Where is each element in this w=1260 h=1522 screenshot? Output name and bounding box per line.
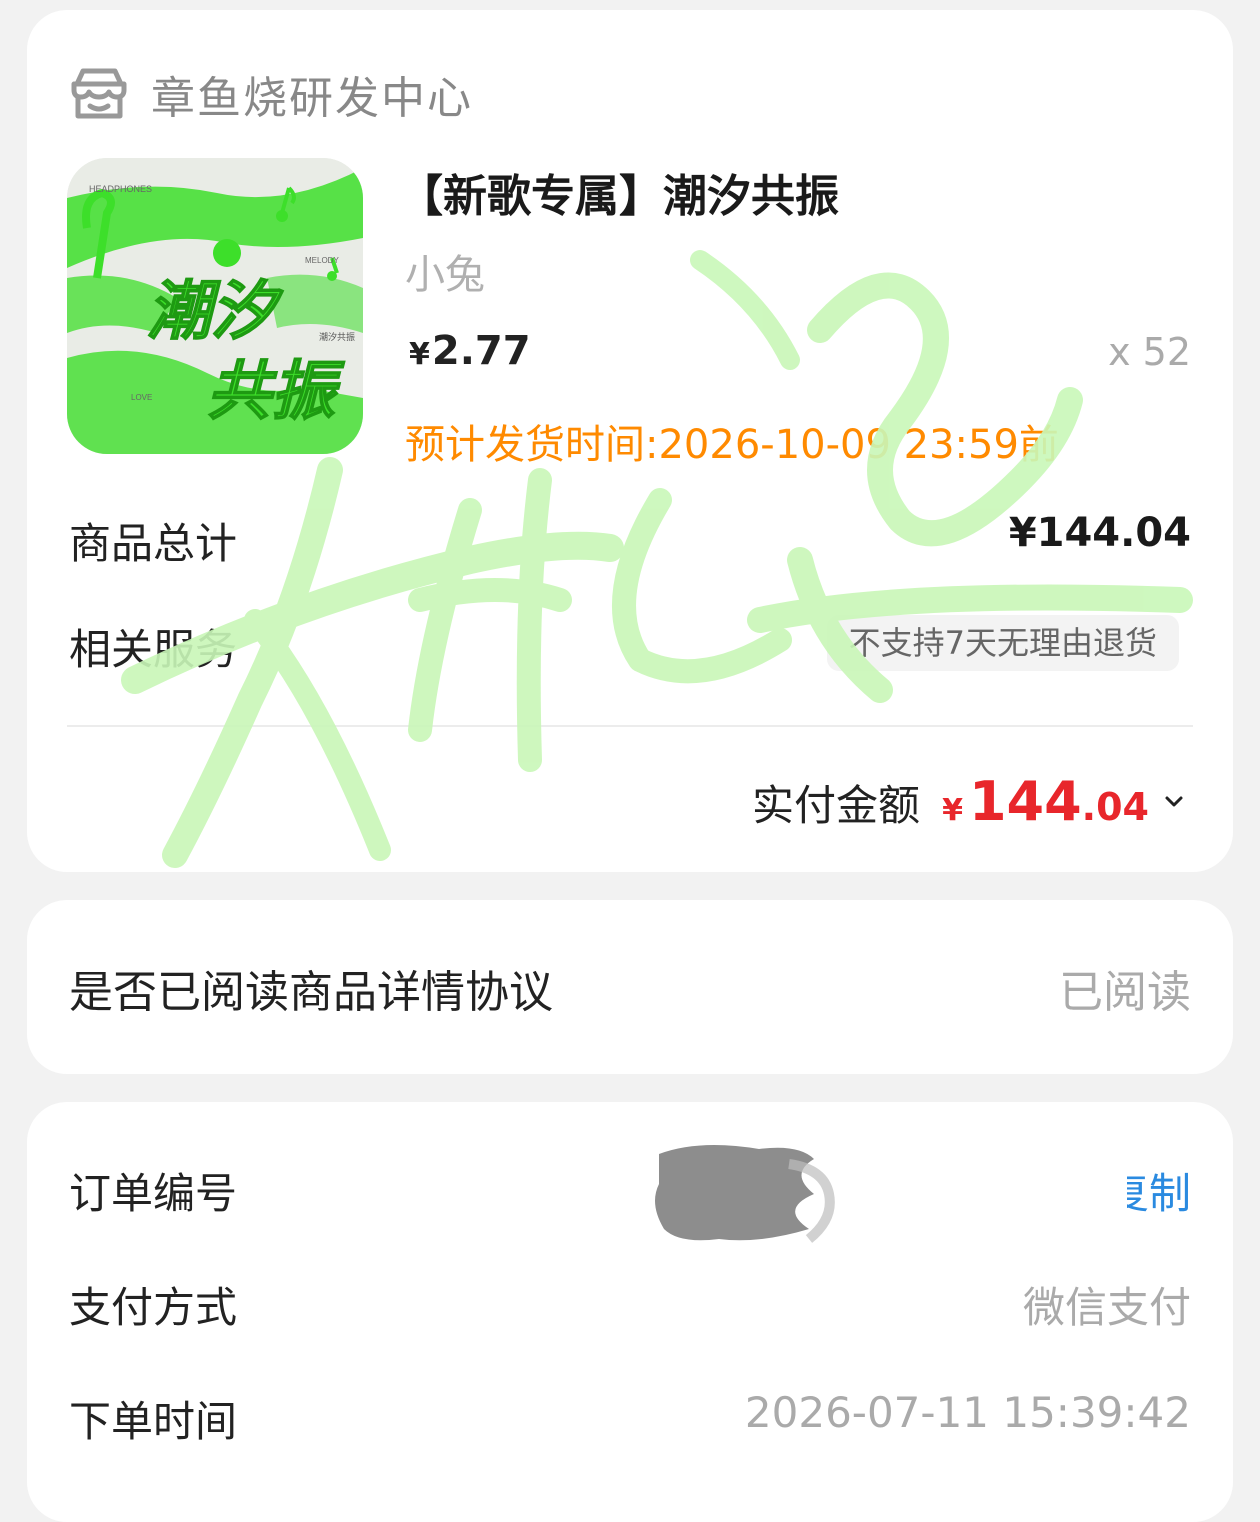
product-quantity: x 52 [1108, 330, 1191, 374]
price-value: 2.77 [431, 328, 531, 374]
shop-name[interactable]: 章鱼烧研发中心 [151, 62, 473, 126]
paid-amount-dec: .04 [1081, 785, 1149, 829]
price-currency: ¥ [409, 337, 430, 372]
agreement-status: 已阅读 [1059, 967, 1191, 1018]
shop-icon [71, 68, 127, 119]
redaction-scribble [655, 1145, 835, 1243]
product-price: ¥2.77 [409, 328, 531, 374]
cover-tag-love: LOVE [131, 393, 152, 402]
product-artist: 小兔 [405, 252, 485, 298]
cover-title-line1: 潮汐 [147, 274, 284, 349]
service-tag[interactable]: 不支持7天无理由退货 [826, 615, 1179, 671]
payment-method-value: 微信支付 [1022, 1283, 1191, 1332]
cover-title-line2: 共振 [207, 354, 345, 429]
order-number-label: 订单编号 [69, 1169, 238, 1218]
order-time-value: 2026-07-11 15:39:42 [744, 1388, 1191, 1437]
goods-total-label: 商品总计 [69, 519, 238, 568]
paid-amount-int: 144 [968, 770, 1082, 833]
redaction-erase [797, 1142, 1127, 1242]
order-time-label: 下单时间 [69, 1397, 238, 1446]
order-info-card: 订单编号 复制 支付方式 微信支付 下单时间 2026-07-11 15:39:… [27, 1102, 1233, 1522]
cover-tag-headphones: HEADPHONES [89, 184, 152, 194]
cover-small-title: 潮汐共振 [319, 331, 355, 343]
paid-currency: ¥ [942, 793, 963, 828]
product-title[interactable]: 【新歌专属】潮汐共振 [399, 160, 839, 224]
cover-tag-melody: MELODY [305, 256, 339, 265]
shop-row[interactable]: 章鱼烧研发中心 [69, 58, 473, 130]
divider [67, 725, 1193, 727]
paid-label: 实付金额 [752, 781, 921, 830]
order-card: 章鱼烧研发中心 HEADPHONES MELODY LOVE 潮汐 共振 潮汐共… [27, 10, 1233, 872]
product-cover-image[interactable]: HEADPHONES MELODY LOVE 潮汐 共振 潮汐共振 [67, 158, 363, 454]
chevron-down-icon[interactable] [1163, 791, 1185, 813]
shipping-time: 预计发货时间:2026-10-09 23:59前 [405, 422, 1059, 468]
agreement-card[interactable]: 是否已阅读商品详情协议 已阅读 [27, 900, 1233, 1074]
goods-total-value: ¥144.04 [1008, 510, 1191, 556]
agreement-label: 是否已阅读商品详情协议 [69, 967, 553, 1018]
payment-method-label: 支付方式 [69, 1283, 238, 1332]
paid-amount-row[interactable]: 实付金额 ¥ 144 .04 [752, 770, 1185, 833]
service-label: 相关服务 [69, 625, 238, 674]
